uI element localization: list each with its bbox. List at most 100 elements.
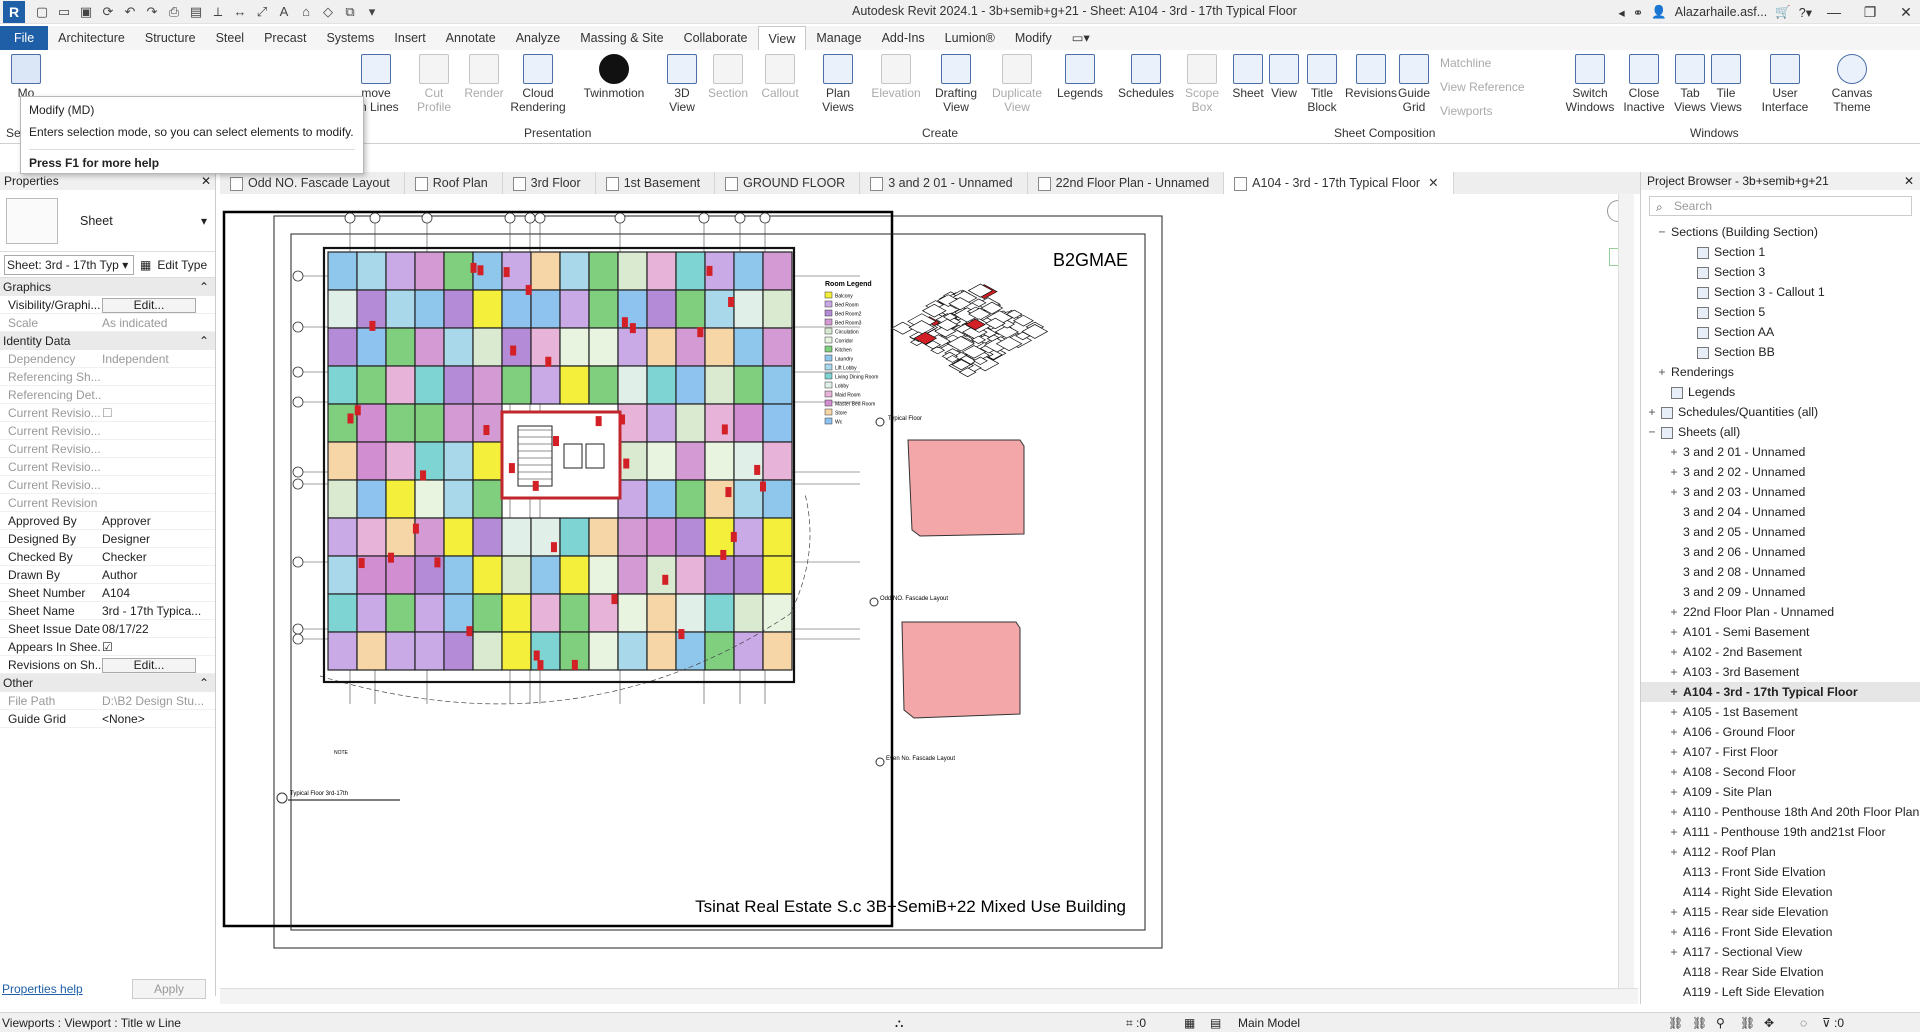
cloud-rendering-button[interactable]: Cloud Rendering <box>510 54 566 114</box>
browser-item[interactable]: Section 3 - Callout 1 <box>1641 282 1920 302</box>
close-icon[interactable]: ✕ <box>201 172 211 190</box>
binoculars-icon[interactable]: ⚭ <box>1633 5 1643 20</box>
user-icon[interactable]: 👤 <box>1651 5 1667 20</box>
pdf-icon[interactable]: ▤ <box>186 2 206 22</box>
property-value[interactable]: Edit... <box>102 296 215 313</box>
tab-add-ins[interactable]: Add-Ins <box>872 26 935 50</box>
switch-windows-icon[interactable]: ⧉ <box>340 2 360 22</box>
expand-icon[interactable]: + <box>1669 682 1679 702</box>
property-row[interactable]: Dependency Independent <box>0 350 215 368</box>
help-icon[interactable]: ?▾ <box>1799 5 1812 20</box>
category-identity[interactable]: Identity Data ⌃ <box>0 332 215 350</box>
browser-item[interactable]: 3 and 2 05 - Unnamed <box>1641 522 1920 542</box>
browser-item[interactable]: + A107 - First Floor <box>1641 742 1920 762</box>
doc-tab[interactable]: 3rd Floor <box>503 172 596 194</box>
guide-grid-button[interactable]: Guide Grid <box>1388 54 1440 114</box>
browser-item[interactable]: + A104 - 3rd - 17th Typical Floor <box>1641 682 1920 702</box>
expand-icon[interactable]: + <box>1657 362 1667 382</box>
expand-icon[interactable]: + <box>1669 622 1679 642</box>
property-value[interactable]: Designer <box>102 530 215 547</box>
cut-profile-button[interactable]: Cut Profile <box>408 54 460 114</box>
tab-lumion[interactable]: Lumion® <box>935 26 1005 50</box>
browser-item[interactable]: +22nd Floor Plan - Unnamed <box>1641 602 1920 622</box>
section-button[interactable]: Section <box>702 54 754 100</box>
modify-button[interactable]: Mo <box>0 54 52 100</box>
property-value[interactable]: Author <box>102 566 215 583</box>
browser-item[interactable]: Section 3 <box>1641 262 1920 282</box>
facade-layout-odd[interactable] <box>907 439 1025 537</box>
expand-icon[interactable]: + <box>1669 782 1679 802</box>
browser-item[interactable]: + A102 - 2nd Basement <box>1641 642 1920 662</box>
3d-view-button[interactable]: 3D View <box>656 54 708 114</box>
floor-plan-viewport[interactable] <box>292 212 860 705</box>
property-value[interactable]: ☐ <box>102 404 215 421</box>
tab-architecture[interactable]: Architecture <box>48 26 135 50</box>
tab-insert[interactable]: Insert <box>384 26 435 50</box>
doc-tab[interactable]: GROUND FLOOR <box>715 172 861 194</box>
expand-icon[interactable]: + <box>1669 462 1679 482</box>
expand-icon[interactable]: + <box>1669 942 1679 962</box>
workset-icon[interactable]: ⛬ <box>895 1013 903 1032</box>
tab-annotate[interactable]: Annotate <box>436 26 506 50</box>
property-row[interactable]: Guide Grid <None> <box>0 710 215 728</box>
dimension-icon[interactable]: ↔ <box>230 2 250 22</box>
tab-manage[interactable]: Manage <box>806 26 871 50</box>
cart-icon[interactable]: 🛒 <box>1775 5 1791 20</box>
sync-icon[interactable]: ⟳ <box>98 2 118 22</box>
restore-icon[interactable]: ❐ <box>1856 4 1884 21</box>
browser-item[interactable]: 3 and 2 04 - Unnamed <box>1641 502 1920 522</box>
expand-icon[interactable]: + <box>1669 742 1679 762</box>
matchline-button[interactable]: Matchline <box>1440 56 1491 70</box>
section-qat-icon[interactable]: ◇ <box>318 2 338 22</box>
expand-icon[interactable]: + <box>1647 402 1657 422</box>
browser-item[interactable]: A113 - Front Side Elvation <box>1641 862 1920 882</box>
property-row[interactable]: Current Revisio... ☐ <box>0 404 215 422</box>
browser-item[interactable]: 3 and 2 09 - Unnamed <box>1641 582 1920 602</box>
property-value[interactable]: Checker <box>102 548 215 565</box>
select-pinned-icon[interactable]: ⚲ <box>1716 1013 1725 1032</box>
legends-button[interactable]: Legends <box>1052 54 1108 100</box>
design-options-icon[interactable]: ⌗ <box>1126 1013 1133 1032</box>
view-reference-button[interactable]: View Reference <box>1440 80 1525 94</box>
category-graphics[interactable]: Graphics ⌃ <box>0 278 215 296</box>
expand-icon[interactable]: + <box>1669 602 1679 622</box>
browser-item[interactable]: Section 1 <box>1641 242 1920 262</box>
layers2-icon[interactable]: ▤ <box>1210 1013 1221 1032</box>
select-underlay-icon[interactable]: ⛓ <box>1692 1013 1707 1032</box>
print-icon[interactable]: ⎙ <box>164 2 184 22</box>
edit-button[interactable]: Edit... <box>102 298 196 313</box>
property-row[interactable]: Drawn By Author <box>0 566 215 584</box>
switch-windows-button[interactable]: Switch Windows <box>1560 54 1620 114</box>
browser-item[interactable]: + Schedules/Quantities (all) <box>1641 402 1920 422</box>
text-icon[interactable]: A <box>274 2 294 22</box>
close-icon[interactable]: ✕ <box>1904 172 1914 190</box>
browser-item[interactable]: Section BB <box>1641 342 1920 362</box>
filter-icon[interactable]: ⊽ <box>1822 1013 1831 1032</box>
expand-icon[interactable]: + <box>1669 842 1679 862</box>
property-value[interactable]: Edit... <box>102 656 215 673</box>
property-value[interactable] <box>102 368 215 385</box>
vertical-scrollbar[interactable] <box>1618 194 1634 988</box>
measure-icon[interactable]: ⟂ <box>208 2 228 22</box>
properties-help-link[interactable]: Properties help <box>2 982 83 996</box>
property-value[interactable]: As indicated <box>102 314 215 331</box>
instance-filter-select[interactable]: Sheet: 3rd - 17th Typ ▾ <box>4 254 134 275</box>
property-row[interactable]: Sheet Name 3rd - 17th Typica... <box>0 602 215 620</box>
property-value[interactable] <box>102 422 215 439</box>
browser-item[interactable]: + A103 - 3rd Basement <box>1641 662 1920 682</box>
property-value[interactable]: 08/17/22 <box>102 620 215 637</box>
tab-massing-site[interactable]: Massing & Site <box>570 26 673 50</box>
property-value[interactable]: <None> <box>102 710 215 727</box>
property-value[interactable]: D:\B2 Design Stu... <box>102 692 215 709</box>
browser-item[interactable]: A118 - Rear Side Elvation <box>1641 962 1920 982</box>
layers-icon[interactable]: ▦ <box>1184 1013 1195 1032</box>
edit-button[interactable]: Edit... <box>102 658 196 673</box>
scope-box-button[interactable]: Scope Box <box>1176 54 1228 114</box>
tab-analyze[interactable]: Analyze <box>506 26 570 50</box>
close-tab-icon[interactable]: ✕ <box>1428 176 1438 190</box>
expand-icon[interactable]: + <box>1669 822 1679 842</box>
browser-item[interactable]: + A117 - Sectional View <box>1641 942 1920 962</box>
collapse-icon[interactable]: − <box>1647 422 1657 442</box>
twinmotion-button[interactable]: Twinmotion <box>582 54 646 100</box>
tab-steel[interactable]: Steel <box>206 26 255 50</box>
